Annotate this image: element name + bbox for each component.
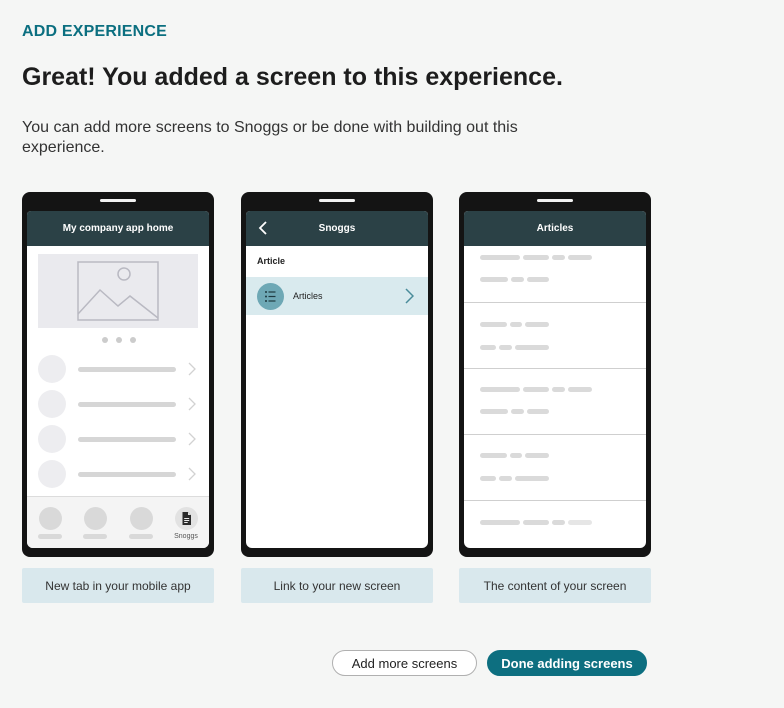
list-item xyxy=(38,390,198,418)
page-title: Great! You added a screen to this experi… xyxy=(22,63,563,91)
app-bar: Snoggs xyxy=(246,211,428,246)
phone-speaker xyxy=(100,199,136,202)
phone-preview-home: My company app home Snoggs xyxy=(22,192,214,557)
app-bar-title: My company app home xyxy=(62,223,174,234)
app-bar-title: Articles xyxy=(536,223,574,234)
list-item xyxy=(38,355,198,383)
document-icon xyxy=(174,507,198,530)
list-item xyxy=(38,425,198,453)
chevron-right-icon xyxy=(405,288,414,304)
tab-item xyxy=(83,507,107,539)
phone-preview-link: Snoggs Article Articles xyxy=(241,192,433,557)
list-icon xyxy=(257,283,284,310)
phone-screen: My company app home Snoggs xyxy=(27,211,209,548)
caption-link: Link to your new screen xyxy=(241,568,433,603)
article-skeleton xyxy=(464,435,646,501)
add-more-screens-button[interactable]: Add more screens xyxy=(332,650,477,676)
article-skeleton xyxy=(464,303,646,369)
tab-item-snoggs: Snoggs xyxy=(169,507,203,540)
phone-screen: Articles xyxy=(464,211,646,548)
app-bar: Articles xyxy=(464,211,646,246)
chevron-right-icon xyxy=(188,432,196,446)
page-subtitle: You can add more screens to Snoggs or be… xyxy=(22,119,518,156)
chevron-right-icon xyxy=(188,397,196,411)
section-heading: Article xyxy=(257,256,286,266)
chevron-right-icon xyxy=(188,467,196,481)
phone-preview-content: Articles xyxy=(459,192,651,557)
app-bar-title: Snoggs xyxy=(318,223,356,234)
caption-new-tab: New tab in your mobile app xyxy=(22,568,214,603)
row-label: Articles xyxy=(293,291,323,301)
phone-screen: Snoggs Article Articles xyxy=(246,211,428,548)
tab-item xyxy=(129,507,153,539)
chevron-right-icon xyxy=(188,362,196,376)
article-skeleton xyxy=(464,501,646,548)
phone-speaker xyxy=(319,199,355,202)
article-skeleton xyxy=(464,369,646,435)
article-skeleton xyxy=(464,246,646,303)
tab-item xyxy=(38,507,62,539)
back-chevron-icon xyxy=(258,221,267,235)
list-item xyxy=(38,460,198,488)
done-adding-screens-button[interactable]: Done adding screens xyxy=(487,650,647,676)
caption-content: The content of your screen xyxy=(459,568,651,603)
hero-image-placeholder xyxy=(38,254,198,328)
app-bar: My company app home xyxy=(27,211,209,246)
tab-label: Snoggs xyxy=(174,533,198,540)
articles-link-row: Articles xyxy=(246,277,428,315)
image-placeholder-icon xyxy=(77,261,159,321)
eyebrow-label: ADD EXPERIENCE xyxy=(22,23,168,40)
carousel-dots xyxy=(102,337,136,343)
tab-bar: Snoggs xyxy=(27,496,209,548)
phone-speaker xyxy=(537,199,573,202)
